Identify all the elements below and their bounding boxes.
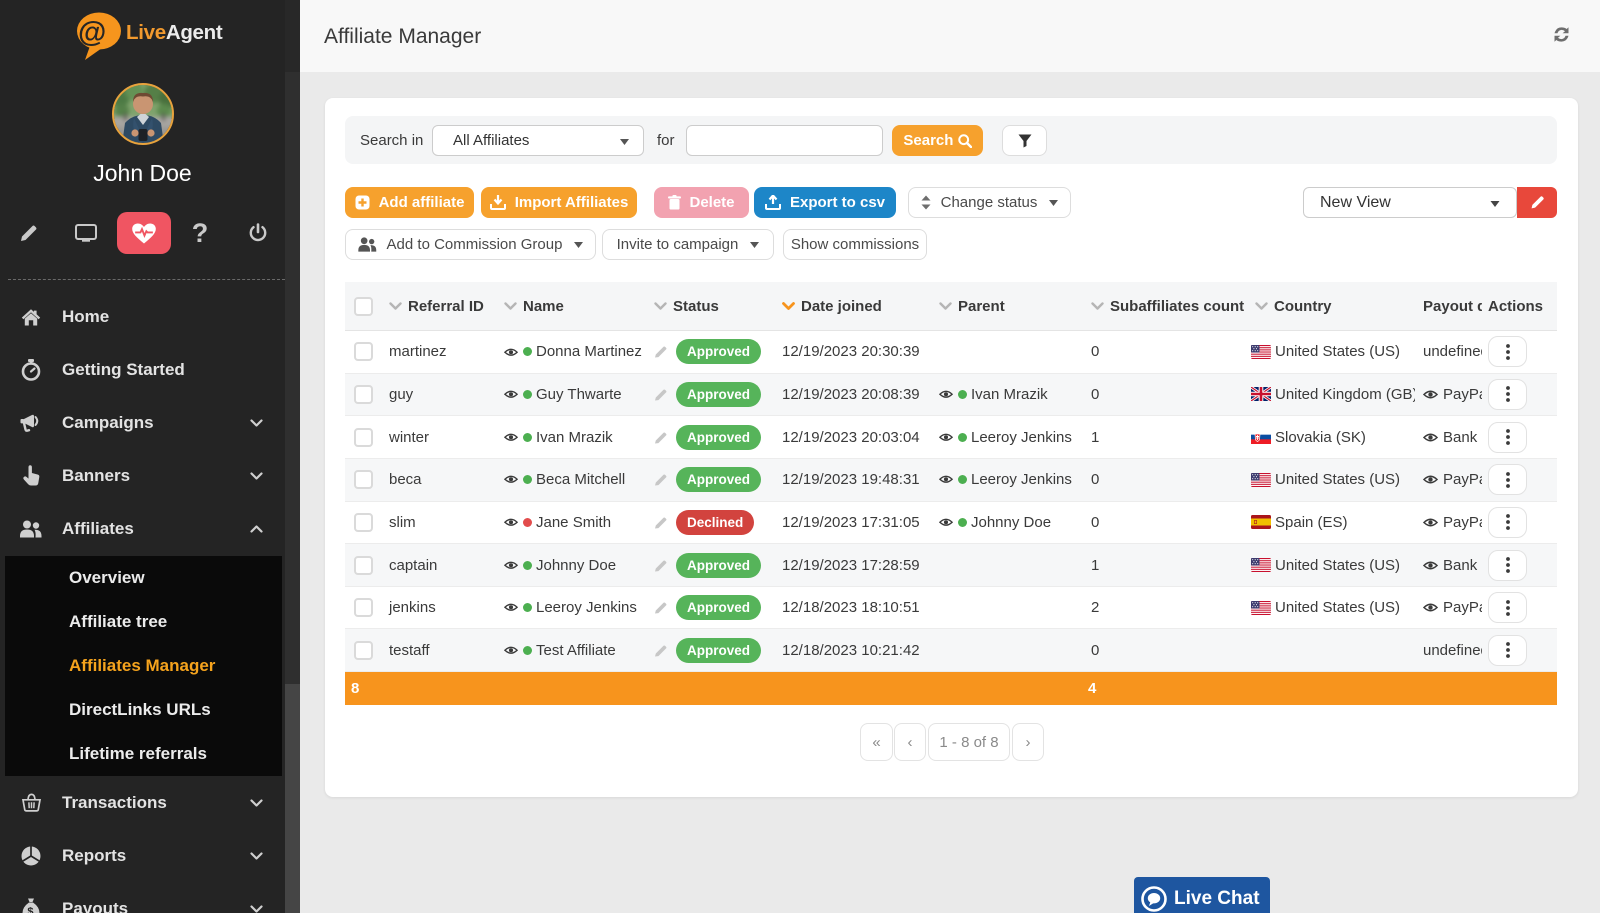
svg-text:@: @ <box>78 17 106 49</box>
svg-text:LiveAgent: LiveAgent <box>126 21 223 44</box>
svg-text:$: $ <box>27 906 33 913</box>
